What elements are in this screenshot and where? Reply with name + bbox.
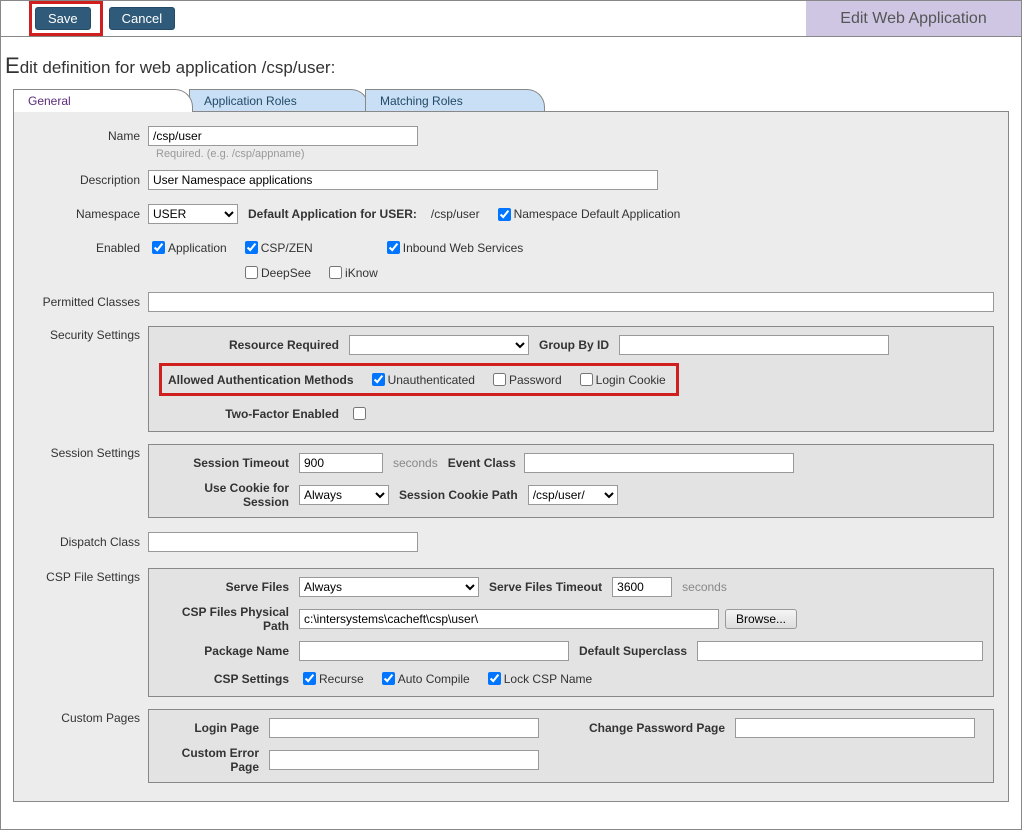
name-hint: Required. (e.g. /csp/appname) <box>156 148 994 160</box>
session-cookie-path-select[interactable]: /csp/user/ <box>528 485 618 505</box>
enabled-application-checkbox[interactable] <box>152 241 165 254</box>
seconds-label: seconds <box>393 456 438 470</box>
dispatch-class-label: Dispatch Class <box>28 535 148 549</box>
package-name-label: Package Name <box>159 644 299 658</box>
namespace-label: Namespace <box>28 207 148 221</box>
auto-compile-label: Auto Compile <box>398 672 470 686</box>
window: Save Cancel Edit Web Application Edit de… <box>0 0 1022 830</box>
auth-unauthenticated-label: Unauthenticated <box>388 373 475 387</box>
enabled-iknow-checkbox[interactable] <box>329 266 342 279</box>
enabled-inbound-label: Inbound Web Services <box>403 241 524 255</box>
auth-login-cookie-label: Login Cookie <box>596 373 666 387</box>
general-panel: Name Required. (e.g. /csp/appname) Descr… <box>13 111 1009 802</box>
topbar: Save Cancel Edit Web Application <box>1 1 1021 37</box>
page-heading: Edit definition for web application /csp… <box>1 37 1021 89</box>
enabled-deepsee-label: DeepSee <box>261 266 311 280</box>
tab-application-roles[interactable]: Application Roles <box>189 89 369 112</box>
group-by-id-label: Group By ID <box>539 338 609 352</box>
namespace-select[interactable]: USER <box>148 204 238 224</box>
auth-password-label: Password <box>509 373 562 387</box>
serve-files-select[interactable]: Always <box>299 577 479 597</box>
session-cookie-path-label: Session Cookie Path <box>399 488 518 502</box>
login-page-input[interactable] <box>269 718 539 738</box>
two-factor-label: Two-Factor Enabled <box>159 407 349 421</box>
csp-phys-path-label: CSP Files Physical Path <box>159 605 299 633</box>
browse-button[interactable]: Browse... <box>725 609 797 629</box>
name-label: Name <box>28 129 148 143</box>
tab-bar: General Application Roles Matching Roles <box>1 89 1021 112</box>
csp-phys-path-input[interactable] <box>299 609 719 629</box>
session-timeout-input[interactable] <box>299 453 383 473</box>
auto-compile-checkbox[interactable] <box>382 672 395 685</box>
resource-required-select[interactable] <box>349 335 529 355</box>
csp-file-settings-label: CSP File Settings <box>28 564 148 584</box>
auth-methods-highlight: Allowed Authentication Methods Unauthent… <box>159 363 679 396</box>
change-pw-input[interactable] <box>735 718 975 738</box>
auth-unauthenticated-checkbox[interactable] <box>372 373 385 386</box>
dispatch-class-input[interactable] <box>148 532 418 552</box>
lock-csp-label: Lock CSP Name <box>504 672 592 686</box>
enabled-inbound-checkbox[interactable] <box>387 241 400 254</box>
default-app-value: /csp/user <box>431 207 480 221</box>
seconds-label-2: seconds <box>682 580 727 594</box>
login-page-label: Login Page <box>159 721 269 735</box>
use-cookie-label: Use Cookie for Session <box>159 481 299 509</box>
save-button[interactable]: Save <box>35 7 91 30</box>
enabled-iknow-label: iKnow <box>345 266 378 280</box>
resource-required-label: Resource Required <box>159 338 349 352</box>
ns-default-app-label: Namespace Default Application <box>514 207 681 221</box>
serve-files-timeout-label: Serve Files Timeout <box>489 580 602 594</box>
default-superclass-input[interactable] <box>697 641 983 661</box>
group-by-id-input[interactable] <box>619 335 889 355</box>
change-pw-label: Change Password Page <box>589 721 725 735</box>
enabled-application-label: Application <box>168 241 227 255</box>
serve-files-label: Serve Files <box>159 580 299 594</box>
auth-password-checkbox[interactable] <box>493 373 506 386</box>
default-superclass-label: Default Superclass <box>579 644 687 658</box>
tab-general[interactable]: General <box>13 89 193 112</box>
permitted-classes-input[interactable] <box>148 292 994 312</box>
csp-box: Serve Files Always Serve Files Timeout s… <box>148 568 994 697</box>
page-title: Edit Web Application <box>806 1 1021 36</box>
serve-files-timeout-input[interactable] <box>612 577 672 597</box>
use-cookie-select[interactable]: Always <box>299 485 389 505</box>
custom-pages-label: Custom Pages <box>28 705 148 725</box>
name-input[interactable] <box>148 126 418 146</box>
two-factor-checkbox[interactable] <box>353 407 366 420</box>
auth-methods-label: Allowed Authentication Methods <box>168 373 368 387</box>
enabled-label: Enabled <box>28 241 148 255</box>
ns-default-app-checkbox[interactable] <box>498 208 511 221</box>
auth-login-cookie-checkbox[interactable] <box>580 373 593 386</box>
security-box: Resource Required Group By ID Allowed Au… <box>148 326 994 432</box>
custom-error-input[interactable] <box>269 750 539 770</box>
package-name-input[interactable] <box>299 641 569 661</box>
enabled-cspzen-label: CSP/ZEN <box>261 241 313 255</box>
description-label: Description <box>28 173 148 187</box>
heading-text: dit definition for web application /csp/… <box>20 58 336 77</box>
save-highlight: Save <box>29 1 103 36</box>
default-app-label: Default Application for USER: <box>248 207 417 221</box>
enabled-deepsee-checkbox[interactable] <box>245 266 258 279</box>
custom-pages-box: Login Page Change Password Page Custom E… <box>148 709 994 783</box>
enabled-cspzen-checkbox[interactable] <box>245 241 258 254</box>
cancel-button[interactable]: Cancel <box>109 7 175 30</box>
tab-matching-roles[interactable]: Matching Roles <box>365 89 545 112</box>
event-class-input[interactable] <box>524 453 794 473</box>
custom-error-label: Custom Error Page <box>159 746 269 774</box>
event-class-label: Event Class <box>448 456 516 470</box>
session-settings-label: Session Settings <box>28 440 148 460</box>
recurse-checkbox[interactable] <box>303 672 316 685</box>
lock-csp-checkbox[interactable] <box>488 672 501 685</box>
csp-settings-label: CSP Settings <box>159 672 299 686</box>
heading-dropcap: E <box>5 53 20 78</box>
security-settings-label: Security Settings <box>28 322 148 342</box>
description-input[interactable] <box>148 170 658 190</box>
session-timeout-label: Session Timeout <box>159 456 299 470</box>
recurse-label: Recurse <box>319 672 364 686</box>
session-box: Session Timeout seconds Event Class Use … <box>148 444 994 518</box>
permitted-classes-label: Permitted Classes <box>28 295 148 309</box>
